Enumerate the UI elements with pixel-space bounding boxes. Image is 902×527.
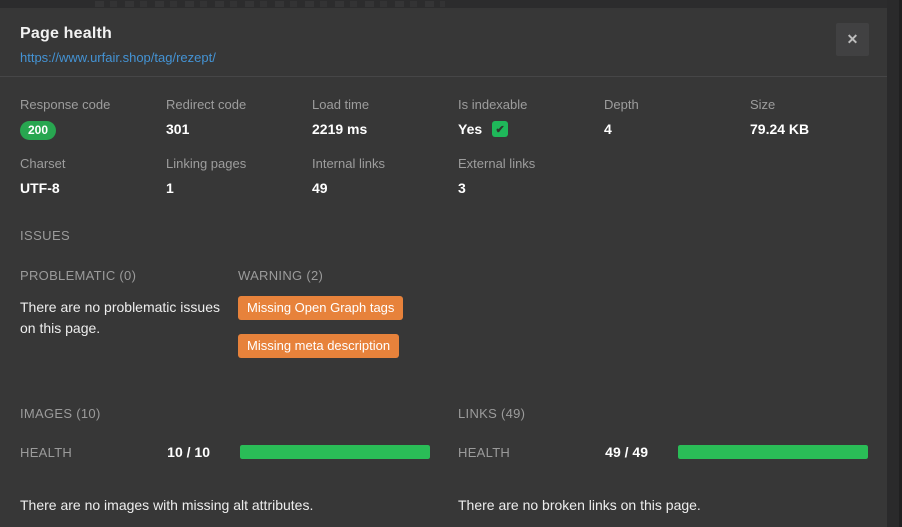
stat-value: 3	[458, 180, 604, 196]
health-label: HEALTH	[20, 445, 110, 460]
problematic-title: PROBLEMATIC (0)	[20, 268, 238, 283]
stat-internal-links: Internal links 49	[312, 156, 458, 196]
stat-response-code: Response code 200	[20, 97, 166, 140]
stat-value: UTF-8	[20, 180, 166, 196]
issues-columns: PROBLEMATIC (0) There are no problematic…	[20, 268, 867, 372]
stat-label: Load time	[312, 97, 458, 112]
bottom-sections: IMAGES (10) HEALTH 10 / 10 There are no …	[20, 406, 867, 513]
warning-column: WARNING (2) Missing Open Graph tags Miss…	[238, 268, 403, 372]
stat-label: External links	[458, 156, 604, 171]
background-clipped-text	[95, 1, 445, 7]
images-health-row: HEALTH 10 / 10	[20, 444, 430, 460]
close-icon: ✕	[847, 31, 859, 47]
problematic-message: There are no problematic issues on this …	[20, 297, 220, 339]
images-health-bar-fill	[240, 445, 430, 459]
warning-badge-open-graph[interactable]: Missing Open Graph tags	[238, 296, 403, 320]
page-url-link[interactable]: https://www.urfair.shop/tag/rezept/	[20, 50, 216, 65]
header-divider	[0, 76, 887, 77]
stat-is-indexable: Is indexable Yes ✔	[458, 97, 604, 140]
stat-load-time: Load time 2219 ms	[312, 97, 458, 140]
stat-value: 49	[312, 180, 458, 196]
indexable-checked-icon: ✔	[492, 121, 508, 137]
modal-header: Page health https://www.urfair.shop/tag/…	[0, 8, 887, 67]
images-health-bar	[240, 445, 430, 459]
links-message: There are no broken links on this page.	[458, 497, 868, 513]
links-section: LINKS (49) HEALTH 49 / 49 There are no b…	[458, 406, 868, 513]
stat-redirect-code: Redirect code 301	[166, 97, 312, 140]
stat-value: 4	[604, 121, 750, 137]
stat-value: 1	[166, 180, 312, 196]
stat-label: Redirect code	[166, 97, 312, 112]
stat-label: Size	[750, 97, 867, 112]
stat-value: 79.24 KB	[750, 121, 867, 137]
stat-label: Depth	[604, 97, 750, 112]
page-health-modal: Page health https://www.urfair.shop/tag/…	[0, 8, 887, 527]
status-badge: 200	[20, 121, 56, 140]
links-health-bar-fill	[678, 445, 868, 459]
stats-grid: Response code 200 Redirect code 301 Load…	[20, 97, 867, 196]
stat-label: Charset	[20, 156, 166, 171]
stat-value: 2219 ms	[312, 121, 458, 137]
issues-section-title: ISSUES	[20, 228, 867, 243]
images-health-value: 10 / 10	[110, 444, 210, 460]
page-title: Page health	[20, 25, 867, 43]
warning-badge-meta-description[interactable]: Missing meta description	[238, 334, 399, 358]
stat-linking-pages: Linking pages 1	[166, 156, 312, 196]
links-health-bar	[678, 445, 868, 459]
stat-label: Linking pages	[166, 156, 312, 171]
stat-depth: Depth 4	[604, 97, 750, 140]
links-health-value: 49 / 49	[548, 444, 648, 460]
stat-label: Is indexable	[458, 97, 604, 112]
stat-size: Size 79.24 KB	[750, 97, 867, 140]
stat-external-links: External links 3	[458, 156, 604, 196]
stat-value: 301	[166, 121, 312, 137]
stat-value: Yes	[458, 121, 482, 137]
warning-title: WARNING (2)	[238, 268, 403, 283]
images-section: IMAGES (10) HEALTH 10 / 10 There are no …	[20, 406, 430, 513]
images-section-title: IMAGES (10)	[20, 406, 430, 421]
background-page-strip	[0, 0, 902, 8]
links-health-row: HEALTH 49 / 49	[458, 444, 868, 460]
stat-charset: Charset UTF-8	[20, 156, 166, 196]
problematic-column: PROBLEMATIC (0) There are no problematic…	[20, 268, 238, 372]
links-section-title: LINKS (49)	[458, 406, 868, 421]
stat-label: Response code	[20, 97, 166, 112]
stat-label: Internal links	[312, 156, 458, 171]
images-message: There are no images with missing alt att…	[20, 497, 430, 513]
close-button[interactable]: ✕	[836, 23, 869, 56]
health-label: HEALTH	[458, 445, 548, 460]
